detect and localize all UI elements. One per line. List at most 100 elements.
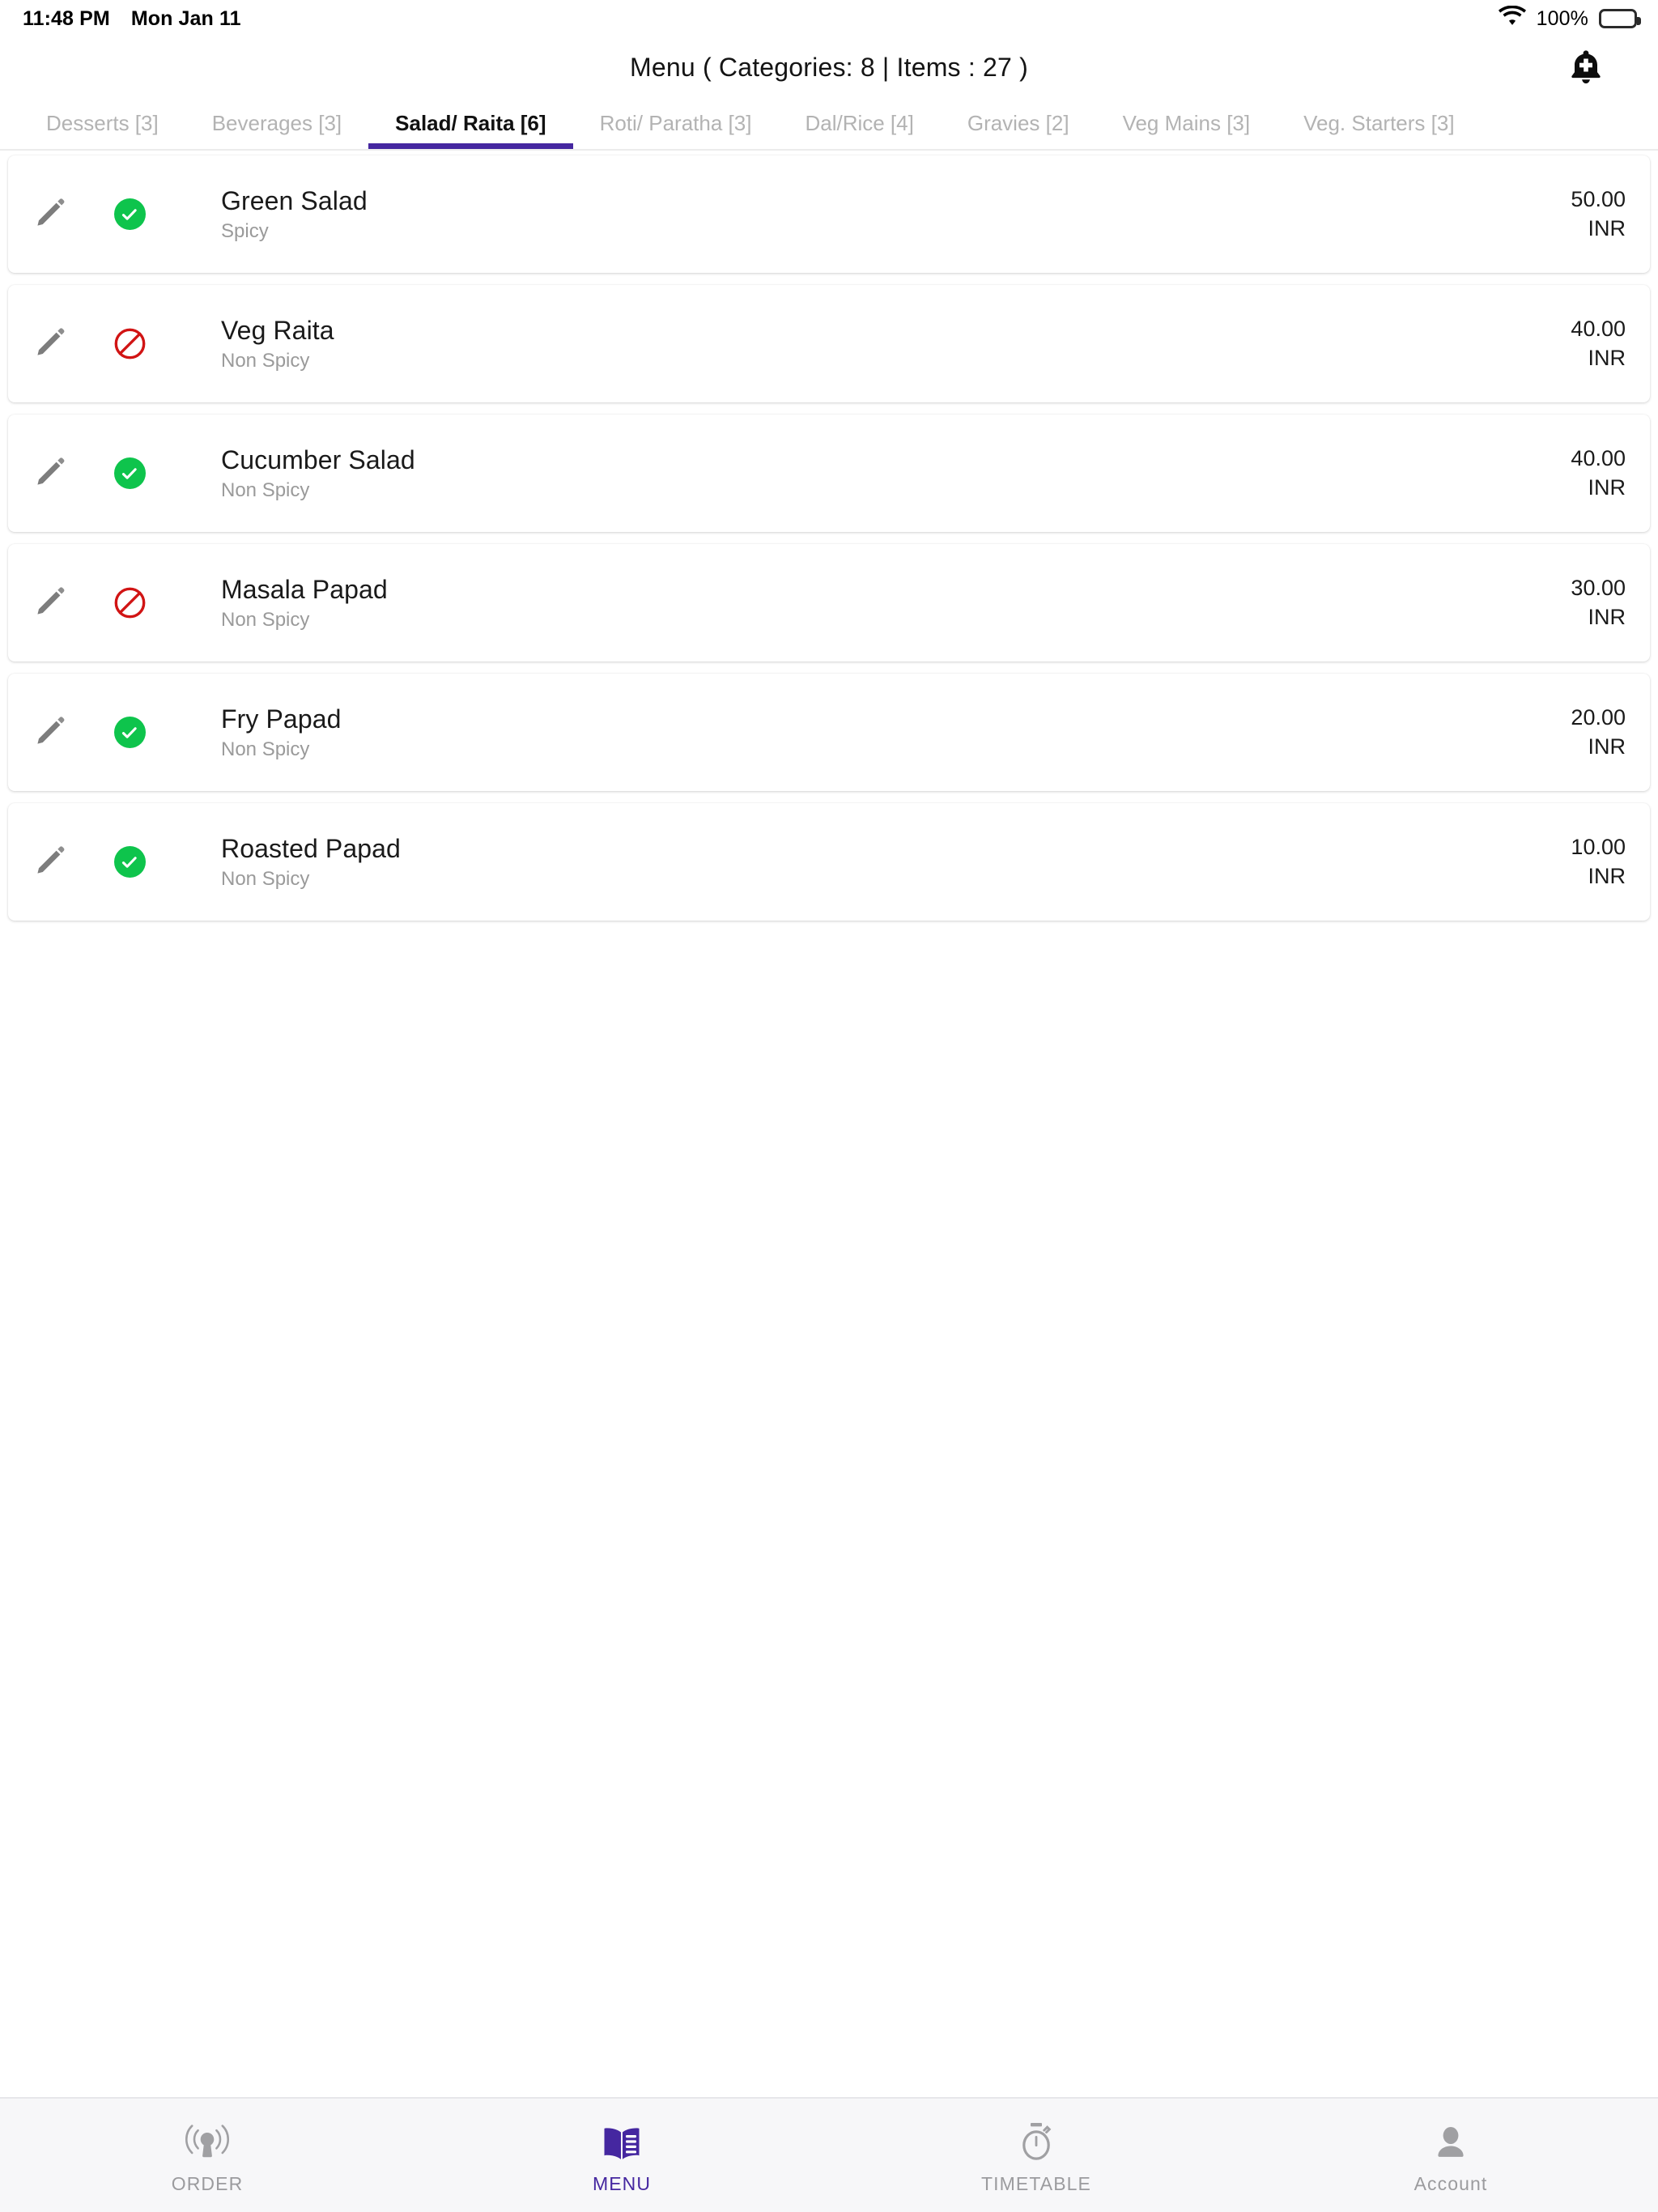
status-bar-date: Mon Jan 11 — [130, 6, 241, 30]
item-price-amount: 30.00 — [1571, 576, 1626, 600]
edit-item-button[interactable] — [8, 714, 93, 751]
item-price-currency: INR — [1588, 864, 1626, 888]
availability-toggle[interactable] — [93, 457, 166, 489]
item-spice-level: Non Spicy — [221, 608, 310, 631]
tab-veg-mains[interactable]: Veg Mains [3] — [1096, 97, 1278, 149]
availability-toggle[interactable] — [93, 846, 166, 878]
item-price: 50.00 INR — [1464, 189, 1626, 240]
item-price-amount: 40.00 — [1571, 317, 1626, 341]
item-name: Fry Papad — [221, 704, 342, 734]
availability-toggle[interactable] — [93, 717, 166, 748]
availability-toggle[interactable] — [93, 327, 166, 360]
item-price: 40.00 INR — [1464, 448, 1626, 499]
item-price-currency: INR — [1588, 734, 1626, 759]
tab-gravies[interactable]: Gravies [2] — [941, 97, 1096, 149]
open-book-icon — [602, 2118, 642, 2163]
nav-label: ORDER — [171, 2172, 244, 2194]
menu-item-list: Green Salad Spicy 50.00 INR Veg Raita Non Spi… — [0, 151, 1658, 2097]
bell-plus-icon[interactable] — [1559, 40, 1613, 94]
menu-item-row[interactable]: Masala Papad Non Spicy 30.00 INR — [8, 544, 1650, 661]
nav-label: MENU — [592, 2172, 652, 2194]
edit-item-button[interactable] — [8, 585, 93, 621]
battery-percent-label: 100% — [1536, 6, 1588, 30]
menu-item-row[interactable]: Veg Raita Non Spicy 40.00 INR — [8, 285, 1650, 402]
tab-salad-raita[interactable]: Salad/ Raita [6] — [368, 97, 573, 149]
bottom-navigation: ORDER MENU TIMETABLE Account — [0, 2097, 1658, 2212]
item-spice-level: Non Spicy — [221, 738, 310, 760]
broadcast-icon — [185, 2118, 229, 2163]
item-name: Green Salad — [221, 185, 368, 215]
pencil-icon — [35, 714, 67, 751]
item-name: Masala Papad — [221, 574, 388, 604]
item-price-amount: 50.00 — [1571, 187, 1626, 211]
item-price-amount: 20.00 — [1571, 705, 1626, 730]
item-info: Cucumber Salad Non Spicy — [166, 447, 1464, 500]
edit-item-button[interactable] — [8, 196, 93, 232]
page-title: Menu ( Categories: 8 | Items : 27 ) — [630, 52, 1028, 82]
item-price: 40.00 INR — [1464, 318, 1626, 369]
item-price-amount: 10.00 — [1571, 835, 1626, 859]
nav-item-menu[interactable]: MENU — [414, 2099, 829, 2212]
nav-item-timetable[interactable]: TIMETABLE — [829, 2099, 1244, 2212]
check-circle-icon — [113, 198, 146, 230]
tab-beverages[interactable]: Beverages [3] — [185, 97, 368, 149]
app-root: 11:48 PM Mon Jan 11 100% Menu ( Categori… — [0, 0, 1658, 2212]
menu-item-row[interactable]: Green Salad Spicy 50.00 INR — [8, 155, 1650, 273]
nav-item-order[interactable]: ORDER — [0, 2099, 414, 2212]
wifi-icon — [1498, 5, 1526, 32]
check-circle-icon — [113, 457, 146, 489]
status-bar: 11:48 PM Mon Jan 11 100% — [0, 0, 1658, 37]
pencil-icon — [35, 196, 67, 232]
item-info: Masala Papad Non Spicy — [166, 576, 1464, 630]
edit-item-button[interactable] — [8, 844, 93, 880]
item-info: Fry Papad Non Spicy — [166, 706, 1464, 759]
pencil-icon — [35, 585, 67, 621]
pencil-icon — [35, 844, 67, 880]
menu-item-row[interactable]: Roasted Papad Non Spicy 10.00 INR — [8, 803, 1650, 921]
menu-item-row[interactable]: Fry Papad Non Spicy 20.00 INR — [8, 674, 1650, 791]
check-circle-icon — [113, 846, 146, 878]
availability-toggle[interactable] — [93, 586, 166, 619]
item-name: Cucumber Salad — [221, 445, 415, 474]
edit-item-button[interactable] — [8, 325, 93, 362]
edit-item-button[interactable] — [8, 455, 93, 491]
tab-label: Beverages [3] — [211, 110, 342, 135]
item-spice-level: Spicy — [221, 219, 269, 242]
item-price: 20.00 INR — [1464, 707, 1626, 758]
block-circle-icon — [113, 327, 147, 360]
item-name: Roasted Papad — [221, 833, 401, 863]
tab-label: Veg. Starters [3] — [1303, 110, 1455, 135]
item-info: Veg Raita Non Spicy — [166, 317, 1464, 371]
item-price: 10.00 INR — [1464, 836, 1626, 887]
tab-label: Veg Mains [3] — [1122, 110, 1251, 135]
item-spice-level: Non Spicy — [221, 867, 310, 890]
item-spice-level: Non Spicy — [221, 349, 310, 372]
nav-label: Account — [1414, 2172, 1488, 2194]
status-bar-time: 11:48 PM — [23, 6, 110, 30]
tab-veg-starters[interactable]: Veg. Starters [3] — [1277, 97, 1481, 149]
item-spice-level: Non Spicy — [221, 479, 310, 501]
person-icon — [1432, 2118, 1469, 2163]
item-info: Roasted Papad Non Spicy — [166, 836, 1464, 889]
availability-toggle[interactable] — [93, 198, 166, 230]
item-name: Veg Raita — [221, 315, 334, 345]
menu-item-row[interactable]: Cucumber Salad Non Spicy 40.00 INR — [8, 415, 1650, 532]
tab-label: Roti/ Paratha [3] — [599, 110, 752, 135]
nav-item-account[interactable]: Account — [1244, 2099, 1658, 2212]
check-circle-icon — [113, 717, 146, 748]
item-price-amount: 40.00 — [1571, 446, 1626, 470]
battery-full-icon — [1599, 9, 1641, 28]
tab-label: Gravies [2] — [967, 110, 1069, 135]
tab-roti-paratha[interactable]: Roti/ Paratha [3] — [573, 97, 779, 149]
category-tabbar[interactable]: Desserts [3] Beverages [3] Salad/ Raita … — [0, 97, 1658, 151]
page-header: Menu ( Categories: 8 | Items : 27 ) — [0, 37, 1658, 97]
tab-label: Dal/Rice [4] — [805, 110, 914, 135]
tab-dal-rice[interactable]: Dal/Rice [4] — [778, 97, 940, 149]
item-price-currency: INR — [1588, 475, 1626, 500]
pencil-icon — [35, 325, 67, 362]
status-bar-right: 100% — [1498, 5, 1641, 32]
item-price: 30.00 INR — [1464, 577, 1626, 628]
item-price-currency: INR — [1588, 605, 1626, 629]
block-circle-icon — [113, 586, 147, 619]
tab-desserts[interactable]: Desserts [3] — [19, 97, 185, 149]
